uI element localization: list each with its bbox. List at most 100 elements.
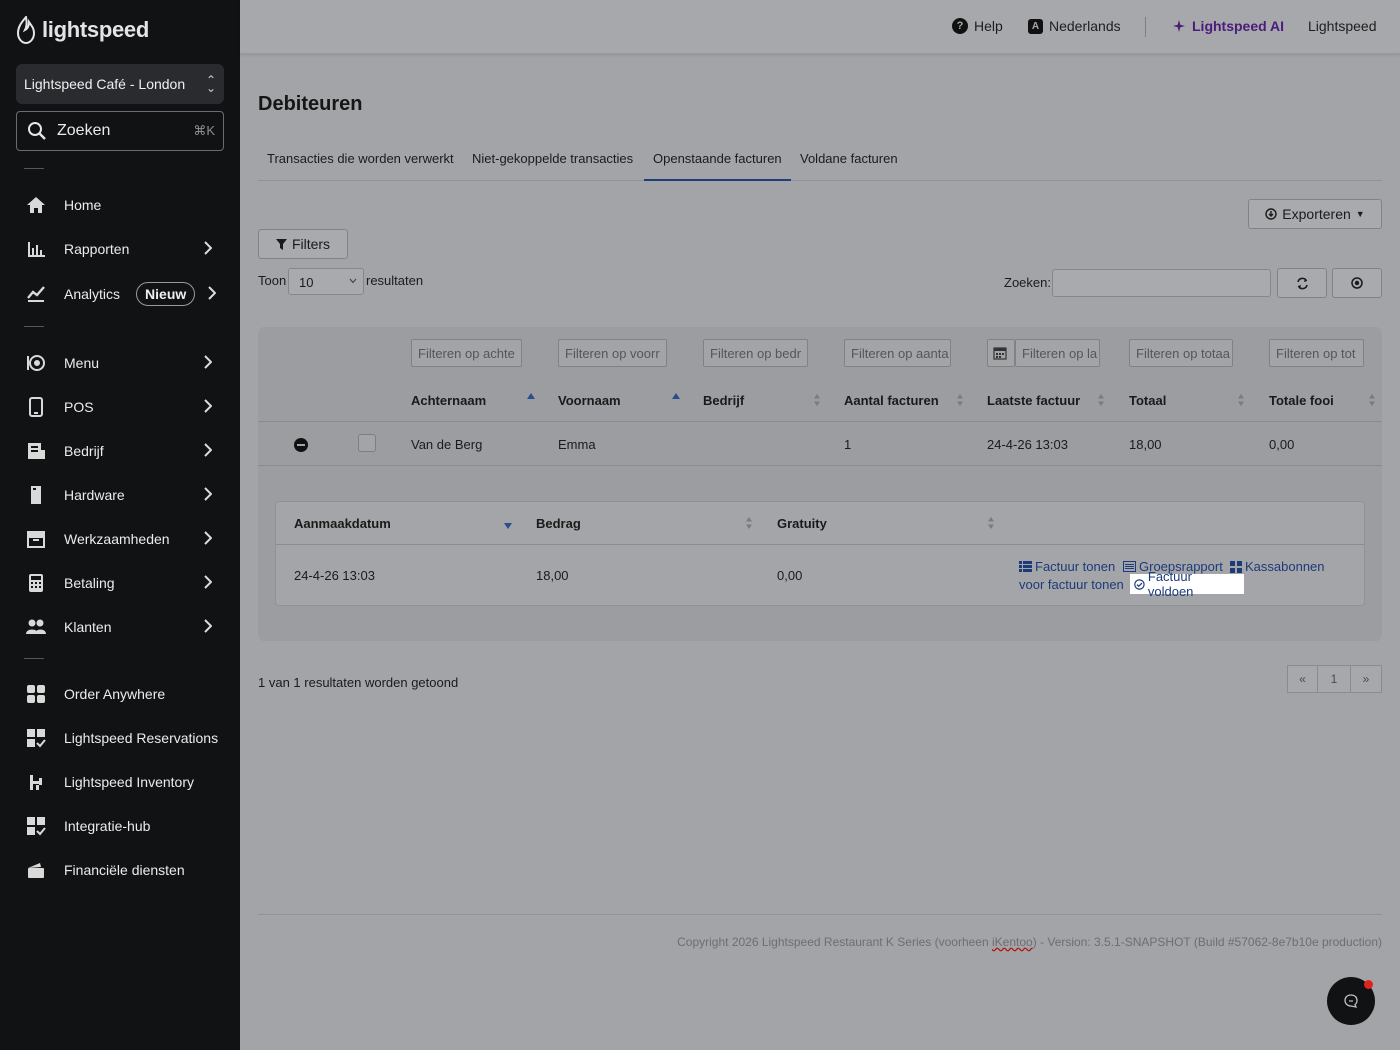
pay-invoice-link[interactable]: Factuur voldoen: [1130, 569, 1244, 599]
hardware-icon: [26, 485, 46, 505]
sidebar-item-analytics[interactable]: Analytics Nieuw: [0, 274, 240, 314]
sidebar-search[interactable]: Zoeken ⌘K: [16, 111, 224, 151]
tab-openstaande-facturen[interactable]: Openstaande facturen: [644, 144, 791, 181]
clear-filters-button[interactable]: [1332, 268, 1382, 298]
logo[interactable]: lightspeed: [16, 16, 149, 44]
column-header-voornaam[interactable]: Voornaam: [558, 393, 621, 408]
column-header-totaal[interactable]: Totaal: [1129, 393, 1166, 408]
pagination-current[interactable]: 1: [1317, 665, 1351, 693]
tab-voldane-facturen[interactable]: Voldane facturen: [791, 144, 907, 181]
filters-label: Filters: [291, 236, 331, 252]
results-label: resultaten: [366, 273, 424, 288]
language-selector[interactable]: A Nederlands: [1028, 18, 1121, 34]
sidebar-item-home[interactable]: Home: [0, 185, 240, 225]
filter-laatste-input[interactable]: Filteren op la: [1015, 339, 1100, 367]
pagination-next[interactable]: »: [1350, 665, 1382, 693]
sidebar-item-integratie-hub[interactable]: Integratie-hub: [0, 806, 240, 846]
filters-button[interactable]: Filters: [258, 229, 348, 259]
calendar-button[interactable]: [987, 339, 1015, 367]
notification-dot: [1364, 980, 1373, 989]
divider: [24, 168, 44, 169]
sidebar-item-werkzaamheden[interactable]: Werkzaamheden: [0, 519, 240, 559]
language-icon: A: [1028, 18, 1043, 34]
column-header-totale-fooi[interactable]: Totale fooi: [1269, 393, 1334, 408]
filter-aantal-input[interactable]: Filteren op aanta: [844, 339, 951, 367]
filter-bedrijf-input[interactable]: Filteren op bedr: [703, 339, 808, 367]
sidebar-item-hardware[interactable]: Hardware: [0, 475, 240, 515]
chevron-down-icon: [349, 278, 357, 284]
column-header-aantal[interactable]: Aantal facturen: [844, 393, 939, 408]
sort-both-icon: [988, 517, 994, 529]
row-checkbox[interactable]: [358, 434, 376, 452]
table-search-input[interactable]: [1052, 269, 1271, 297]
page-size-value: 10: [299, 275, 314, 290]
tab-transacties[interactable]: Transacties die worden verwerkt: [258, 144, 463, 181]
sidebar-item-menu[interactable]: Menu: [0, 343, 240, 383]
sort-both-icon: [814, 394, 820, 406]
store-selector[interactable]: Lightspeed Café - London ⌃ ⌄: [16, 64, 224, 104]
sidebar-item-label: Klanten: [64, 619, 112, 635]
store-name: Lightspeed Café - London: [24, 76, 186, 92]
sidebar-item-klanten[interactable]: Klanten: [0, 607, 240, 647]
receipts-label-line2[interactable]: voor factuur tonen: [1019, 577, 1124, 592]
footer-brand: iKentoo: [991, 935, 1033, 949]
logo-text: lightspeed: [42, 17, 150, 42]
collapse-row-icon[interactable]: [294, 438, 308, 452]
filter-voornaam-input[interactable]: Filteren op voorr: [558, 339, 667, 367]
sidebar-item-label: Lightspeed Reservations: [64, 730, 219, 746]
show-invoice-label: Factuur tonen: [1035, 559, 1116, 574]
column-header-bedrijf[interactable]: Bedrijf: [703, 393, 744, 408]
lightspeed-ai-link[interactable]: Lightspeed AI: [1172, 18, 1284, 34]
sidebar-item-label: Betaling: [64, 575, 115, 591]
user-menu[interactable]: Lightspeed: [1308, 18, 1377, 34]
help-link[interactable]: ? Help: [952, 18, 1003, 34]
search-icon: [28, 122, 46, 140]
help-label: Help: [974, 18, 1003, 34]
filter-totaal-input[interactable]: Filteren op totaa: [1129, 339, 1233, 367]
sidebar-item-financiele-diensten[interactable]: Financiële diensten: [0, 850, 240, 890]
tab-niet-gekoppeld[interactable]: Niet-gekoppelde transacties: [463, 144, 642, 181]
chevron-right-icon: [204, 575, 212, 589]
receipts-link[interactable]: Kassabonnen: [1230, 559, 1325, 574]
sort-both-icon: [1238, 394, 1244, 406]
sidebar-item-rapporten[interactable]: Rapporten: [0, 229, 240, 269]
sidebar-item-label: Menu: [64, 355, 100, 371]
sidebar-item-bedrijf[interactable]: Bedrijf: [0, 431, 240, 471]
search-shortcut: ⌘K: [193, 123, 215, 138]
column-header-bedrag[interactable]: Bedrag: [536, 516, 581, 531]
new-badge: Nieuw: [136, 282, 196, 306]
sidebar: lightspeed Lightspeed Café - London ⌃ ⌄ Z…: [0, 0, 240, 1050]
users-icon: [26, 617, 46, 637]
sidebar-item-label: Rapporten: [64, 241, 130, 257]
page-size-select[interactable]: 10: [288, 268, 364, 295]
column-header-aanmaakdatum[interactable]: Aanmaakdatum: [294, 516, 391, 531]
pagination-prev[interactable]: «: [1287, 665, 1318, 693]
sort-desc-icon: [504, 523, 512, 529]
sidebar-item-reservations[interactable]: Lightspeed Reservations: [0, 718, 240, 758]
search-label: Zoeken: [57, 122, 111, 139]
divider: [1145, 17, 1146, 37]
receipts-label-line1: Kassabonnen: [1245, 559, 1325, 574]
sidebar-item-betaling[interactable]: Betaling: [0, 563, 240, 603]
show-invoice-link[interactable]: Factuur tonen: [1019, 559, 1115, 574]
sidebar-item-label: Home: [64, 197, 102, 213]
pay-invoice-label: Factuur voldoen: [1147, 569, 1194, 599]
footer-text-pre: Copyright 2026 Lightspeed Restaurant K S…: [677, 935, 992, 949]
refresh-button[interactable]: [1277, 268, 1327, 298]
sidebar-item-order-anywhere[interactable]: Order Anywhere: [0, 674, 240, 714]
column-header-laatste[interactable]: Laatste factuur: [987, 393, 1080, 408]
chat-button[interactable]: [1327, 977, 1375, 1025]
sidebar-item-inventory[interactable]: Lightspeed Inventory: [0, 762, 240, 802]
detail-header-divider: [276, 544, 1364, 545]
column-header-gratuity[interactable]: Gratuity: [777, 516, 827, 531]
sidebar-item-pos[interactable]: POS: [0, 387, 240, 427]
wallet-icon: [26, 860, 46, 880]
filter-achternaam-input[interactable]: Filteren op achte: [411, 339, 522, 367]
menu-icon: [26, 353, 46, 373]
download-circle-icon: [1265, 208, 1277, 220]
column-header-achternaam[interactable]: Achternaam: [411, 393, 486, 408]
bar-chart-icon: [26, 239, 46, 259]
filter-totale-fooi-input[interactable]: Filteren op tot: [1269, 339, 1364, 367]
export-button[interactable]: Exporteren ▼: [1248, 199, 1382, 229]
sidebar-item-label: Lightspeed Inventory: [64, 774, 194, 790]
